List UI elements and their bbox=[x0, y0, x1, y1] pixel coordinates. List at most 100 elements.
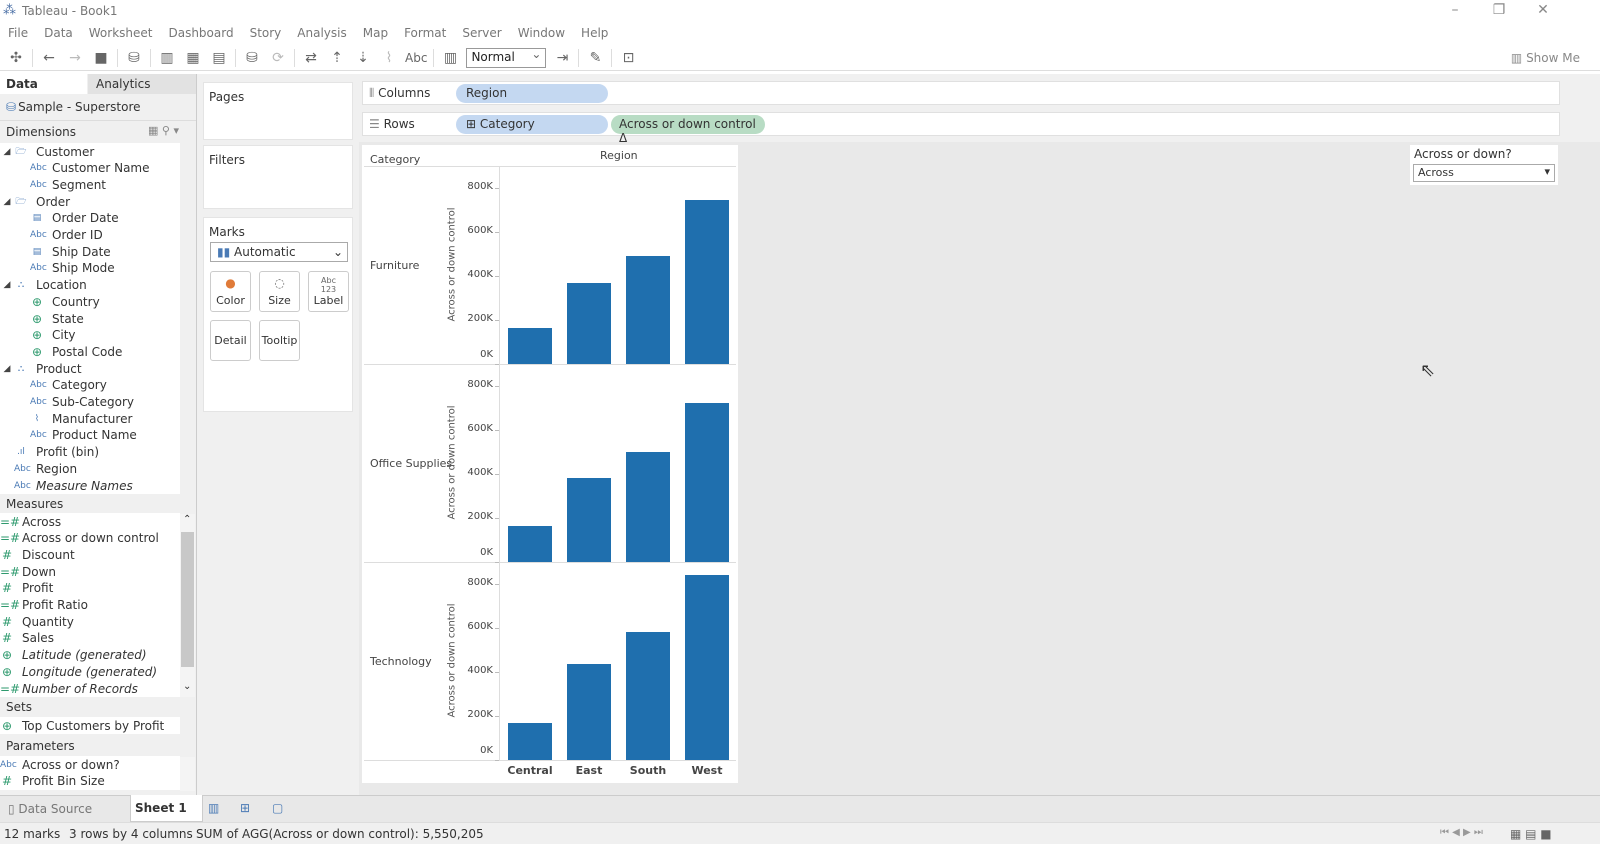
field-item[interactable]: Abc Category bbox=[0, 376, 180, 394]
fit-dropdown[interactable]: Normal bbox=[466, 47, 547, 68]
pill-category[interactable]: ⊞ Category bbox=[456, 115, 608, 134]
tooltip-button[interactable]: Tooltip bbox=[259, 320, 300, 361]
menu-server[interactable]: Server bbox=[454, 24, 509, 44]
field-item[interactable]: # Profit bbox=[0, 579, 180, 597]
scroll-down-icon[interactable]: ⌄ bbox=[183, 681, 191, 692]
menu-help[interactable]: Help bbox=[573, 24, 616, 44]
minimize-button[interactable]: – bbox=[1440, 2, 1470, 18]
tableau-home-icon[interactable]: ✣ bbox=[6, 50, 26, 66]
field-item[interactable]: ◢ 🗁 Customer bbox=[0, 143, 180, 160]
close-button[interactable]: ✕ bbox=[1528, 2, 1558, 18]
menu-file[interactable]: File bbox=[0, 24, 36, 44]
menu-story[interactable]: Story bbox=[242, 24, 290, 44]
field-item[interactable]: ▤ Order Date bbox=[0, 209, 180, 227]
rows-shelf[interactable]: ☰ Rows ⊞ Category Across or down control… bbox=[362, 112, 1560, 145]
tab-sheet-1[interactable]: Sheet 1 bbox=[130, 795, 203, 822]
duplicate-sheet-icon[interactable]: ▦ bbox=[183, 50, 203, 66]
sort-descending-icon[interactable]: ⇣ bbox=[353, 50, 373, 66]
field-item[interactable]: # Quantity bbox=[0, 613, 180, 631]
collapse-triangle-icon[interactable]: ◢ bbox=[0, 280, 14, 290]
bar-central[interactable] bbox=[508, 526, 552, 562]
save-icon[interactable]: ■ bbox=[91, 50, 111, 66]
field-item[interactable]: Abc Sub-Category bbox=[0, 393, 180, 411]
field-item[interactable]: ⊕ Latitude (generated) bbox=[0, 646, 180, 664]
field-item[interactable]: Abc Across or down? bbox=[0, 756, 180, 773]
field-item[interactable]: =# Number of Records bbox=[0, 680, 180, 697]
field-item[interactable]: Abc Ship Mode bbox=[0, 259, 180, 277]
group-icon[interactable]: ⌇ bbox=[379, 50, 399, 66]
collapse-triangle-icon[interactable]: ◢ bbox=[0, 147, 14, 157]
show-labels-button[interactable]: Abc bbox=[405, 51, 427, 65]
field-item[interactable]: # Sales bbox=[0, 629, 180, 647]
bar-west[interactable] bbox=[685, 575, 729, 760]
filters-card[interactable]: Filters bbox=[203, 145, 353, 209]
row-header[interactable]: Office Supplies bbox=[370, 457, 452, 470]
field-item[interactable]: Abc Segment bbox=[0, 176, 180, 194]
field-item[interactable]: # Discount bbox=[0, 546, 180, 564]
field-item[interactable]: ▤ Ship Date bbox=[0, 243, 180, 261]
field-item[interactable]: ⌇ Manufacturer bbox=[0, 410, 180, 428]
swap-icon[interactable]: ⇄ bbox=[301, 50, 321, 66]
restore-button[interactable]: ❐ bbox=[1484, 2, 1514, 18]
field-item[interactable]: Abc Product Name bbox=[0, 426, 180, 444]
new-worksheet-icon[interactable]: ▥ bbox=[208, 801, 219, 815]
sort-ascending-icon[interactable]: ⇡ bbox=[327, 50, 347, 66]
bar-west[interactable] bbox=[685, 403, 729, 562]
new-datasource-icon[interactable]: ⛁ bbox=[124, 50, 144, 66]
bar-central[interactable] bbox=[508, 328, 552, 364]
field-item[interactable]: =# Across or down control bbox=[0, 529, 180, 547]
bar-west[interactable] bbox=[685, 200, 729, 364]
columns-shelf[interactable]: ⦀ Columns Region bbox=[362, 81, 1560, 105]
undo-icon[interactable]: ← bbox=[39, 50, 59, 66]
field-item[interactable]: # Profit Bin Size bbox=[0, 772, 180, 790]
sheet-nav-icons[interactable]: ⏮ ◀ ▶ ⏭ bbox=[1440, 827, 1483, 838]
field-item[interactable]: .ıl Profit (bin) bbox=[0, 443, 180, 461]
clear-sheet-icon[interactable]: ▤ bbox=[209, 50, 229, 66]
bar-east[interactable] bbox=[567, 282, 611, 364]
row-header[interactable]: Furniture bbox=[370, 259, 419, 272]
show-me-button[interactable]: ▥ Show Me bbox=[1511, 51, 1580, 65]
collapse-triangle-icon[interactable]: ◢ bbox=[0, 364, 14, 374]
field-item[interactable]: ⊕ Longitude (generated) bbox=[0, 663, 180, 681]
menu-worksheet[interactable]: Worksheet bbox=[81, 24, 161, 44]
color-button[interactable]: ● Color bbox=[210, 271, 251, 312]
size-button[interactable]: ◌ Size bbox=[259, 271, 300, 312]
label-button[interactable]: Abc 123 Label bbox=[308, 271, 349, 312]
menu-dashboard[interactable]: Dashboard bbox=[160, 24, 241, 44]
bar-south[interactable] bbox=[626, 631, 670, 760]
row-header[interactable]: Technology bbox=[370, 655, 432, 668]
field-item[interactable]: =# Down bbox=[0, 563, 180, 581]
view-mode-icons[interactable]: ▦ ▤ ■ bbox=[1510, 827, 1552, 841]
pill-across-or-down-control[interactable]: Across or down control Δ bbox=[611, 115, 765, 145]
scroll-up-icon[interactable]: ⌃ bbox=[183, 514, 191, 525]
menu-data[interactable]: Data bbox=[36, 24, 81, 44]
new-dashboard-icon[interactable]: ⊞ bbox=[240, 801, 250, 815]
field-item[interactable]: Abc Measure Names bbox=[0, 477, 180, 494]
field-item[interactable]: ⊕ Postal Code bbox=[0, 343, 180, 361]
detail-button[interactable]: Detail bbox=[210, 320, 251, 361]
bar-east[interactable] bbox=[567, 477, 611, 562]
highlight-icon[interactable]: ✎ bbox=[585, 50, 605, 66]
pause-updates-icon[interactable]: ⛁ bbox=[242, 50, 262, 66]
menu-format[interactable]: Format bbox=[396, 24, 454, 44]
bar-south[interactable] bbox=[626, 256, 670, 364]
dimensions-tools-icon[interactable]: ▦ ⚲ ▾ bbox=[148, 124, 179, 137]
pages-card[interactable]: Pages bbox=[203, 82, 353, 140]
bar-central[interactable] bbox=[508, 722, 552, 760]
bar-east[interactable] bbox=[567, 663, 611, 760]
field-item[interactable]: Abc Customer Name bbox=[0, 159, 180, 177]
tab-data[interactable]: Data bbox=[0, 74, 87, 94]
refresh-icon[interactable]: ⟳ bbox=[268, 50, 288, 66]
redo-icon[interactable]: → bbox=[65, 50, 85, 66]
totals-icon[interactable]: ▥ bbox=[440, 50, 460, 66]
mark-type-dropdown[interactable]: ▮▮ Automatic ⌄ bbox=[210, 242, 348, 262]
field-item[interactable]: Abc Region bbox=[0, 460, 180, 478]
field-item[interactable]: Abc Order ID bbox=[0, 226, 180, 244]
menu-map[interactable]: Map bbox=[355, 24, 396, 44]
field-item[interactable]: =# Across bbox=[0, 513, 180, 530]
parameters-scrollbar[interactable] bbox=[180, 757, 195, 791]
field-item[interactable]: ⊕ Top Customers by Profit bbox=[0, 717, 180, 734]
tab-analytics[interactable]: Analytics bbox=[88, 74, 196, 94]
collapse-triangle-icon[interactable]: ◢ bbox=[0, 197, 14, 207]
bar-south[interactable] bbox=[626, 452, 670, 562]
